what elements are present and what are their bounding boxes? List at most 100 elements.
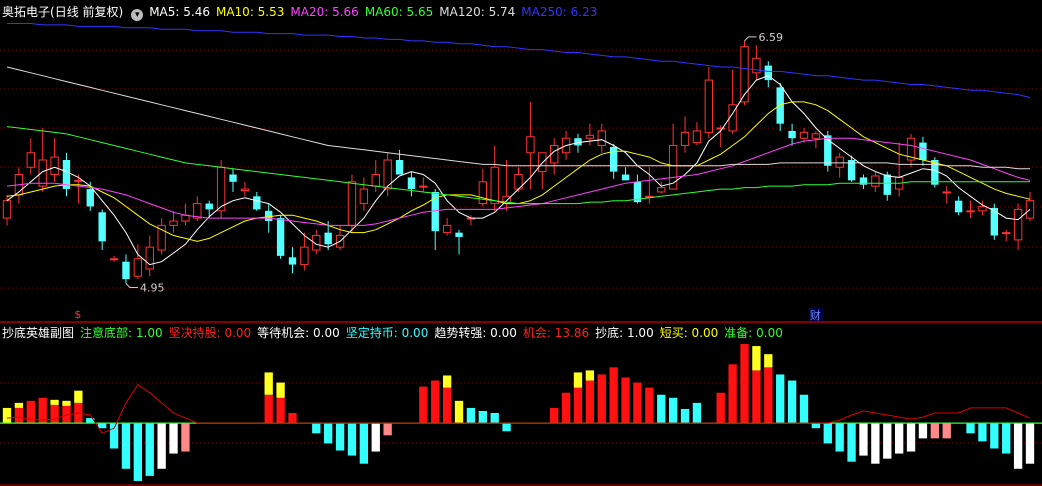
indicator-bar-cap [14,402,24,408]
indicator-legend-item-7: 短买: 0.00 [659,326,719,340]
indicator-bar [978,423,987,442]
candle-body [966,210,975,213]
candle-body [609,146,618,172]
indicator-bar [181,423,190,452]
indicator-bar [906,423,916,452]
indicator-legend-item-2: 等待机会: 0.00 [257,326,340,340]
indicator-bar [633,382,642,424]
ma-line-ma250 [7,23,1031,98]
candle-body [788,130,796,139]
indicator-bar [442,387,452,424]
candle-body [205,203,213,210]
indicator-bar [859,423,868,456]
indicator-bar [823,423,832,444]
indicator-bar-cap [764,354,773,368]
candle-body [157,224,166,251]
candle-body [419,185,428,188]
candle-body [490,166,499,205]
candle-body [2,200,12,219]
chart-mode: (日线 前复权) [50,5,124,19]
candle-body [276,218,285,256]
candle-body [478,181,488,205]
candle-body [716,127,725,130]
indicator-bar [169,423,178,454]
ma-legend-item-5: MA250: 6.23 [521,5,598,19]
indicator-bar [918,423,928,439]
candle-body [50,156,59,176]
indicator-bar [692,402,702,424]
candle-body [300,246,309,266]
indicator-bar [668,397,678,424]
indicator-bar [561,392,571,424]
candle-body [324,232,332,245]
indicator-bar [883,423,892,459]
candle-body [395,160,404,175]
indicator-bar [764,367,773,424]
indicator-bar [776,374,785,424]
indicator-bar-cap [276,382,285,398]
indicator-legend-item-4: 趋势转强: 0.00 [434,326,517,340]
candle-body [122,261,130,280]
candle-body [954,200,963,213]
indicator-bar [573,387,583,424]
candle-body [657,187,666,193]
indicator-bar [264,394,273,424]
indicator-bar [371,423,380,452]
indicator-bar [728,364,737,424]
indicator-bar [609,367,618,424]
indicator-bar [38,397,47,424]
candle-body [538,152,547,173]
low-pointer [125,283,138,288]
indicator-bar [990,423,999,449]
event-marker-s: $ [74,308,81,321]
main-legend: 奥拓电子(日线 前复权) ▾ MA5: 5.46 MA10: 5.53 MA20: 5.… [2,4,609,21]
indicator-bar [312,423,321,434]
candle-body [871,175,880,187]
indicator-bar [466,407,476,424]
candle-body [668,144,678,190]
candle-body [1025,200,1035,219]
candle-body [288,257,297,265]
indicator-bar [431,380,440,424]
candle-body [597,130,606,146]
indicator-bar [930,423,940,439]
indicator-bar [550,407,559,424]
indicator-bar [585,380,595,424]
indicator-legend-item-5: 机会: 13.86 [522,326,590,340]
ma-line-ma60 [6,126,1030,205]
indicator-bar-cap [573,372,583,388]
candle-body [74,179,83,182]
candle-body [98,212,106,242]
ma-legend-item-1: MA10: 5.53 [215,5,285,19]
ma-legend-item-4: MA120: 5.74 [439,5,516,19]
indicator-bar [478,410,487,424]
indicator-bar [276,397,285,424]
indicator-bar [799,394,809,424]
ma-legend-item-3: MA60: 5.65 [364,5,434,19]
candle-body [942,191,951,194]
settings-icon[interactable]: ▾ [131,9,144,21]
candle-body [621,174,630,181]
stock-name: 奥拓电子 [2,5,51,19]
candle-body [585,134,595,139]
indicator-bar [335,423,345,451]
indicator-bar [716,392,725,424]
candle-body [240,188,250,192]
ma-line-ma120 [6,66,1030,170]
indicator-bar-cap [264,372,273,395]
candle-body [526,136,535,154]
indicator-title: 抄底英雄副图 [2,326,75,340]
indicator-bar [894,423,904,454]
indicator-bar [942,423,951,439]
candle-body [455,232,463,237]
stock-chart: 6.59 4.95 $ 财 [0,23,1042,486]
indicator-bar [1002,423,1011,454]
indicator-bar [1013,423,1023,469]
ma-legend-item-2: MA20: 5.66 [290,5,359,19]
candle-body [38,159,47,187]
indicator-bar [835,423,844,452]
indicator-bar [966,423,975,434]
indicator-bar [383,423,392,436]
indicator-bar [871,423,880,464]
indicator-bar-cap [62,400,71,406]
